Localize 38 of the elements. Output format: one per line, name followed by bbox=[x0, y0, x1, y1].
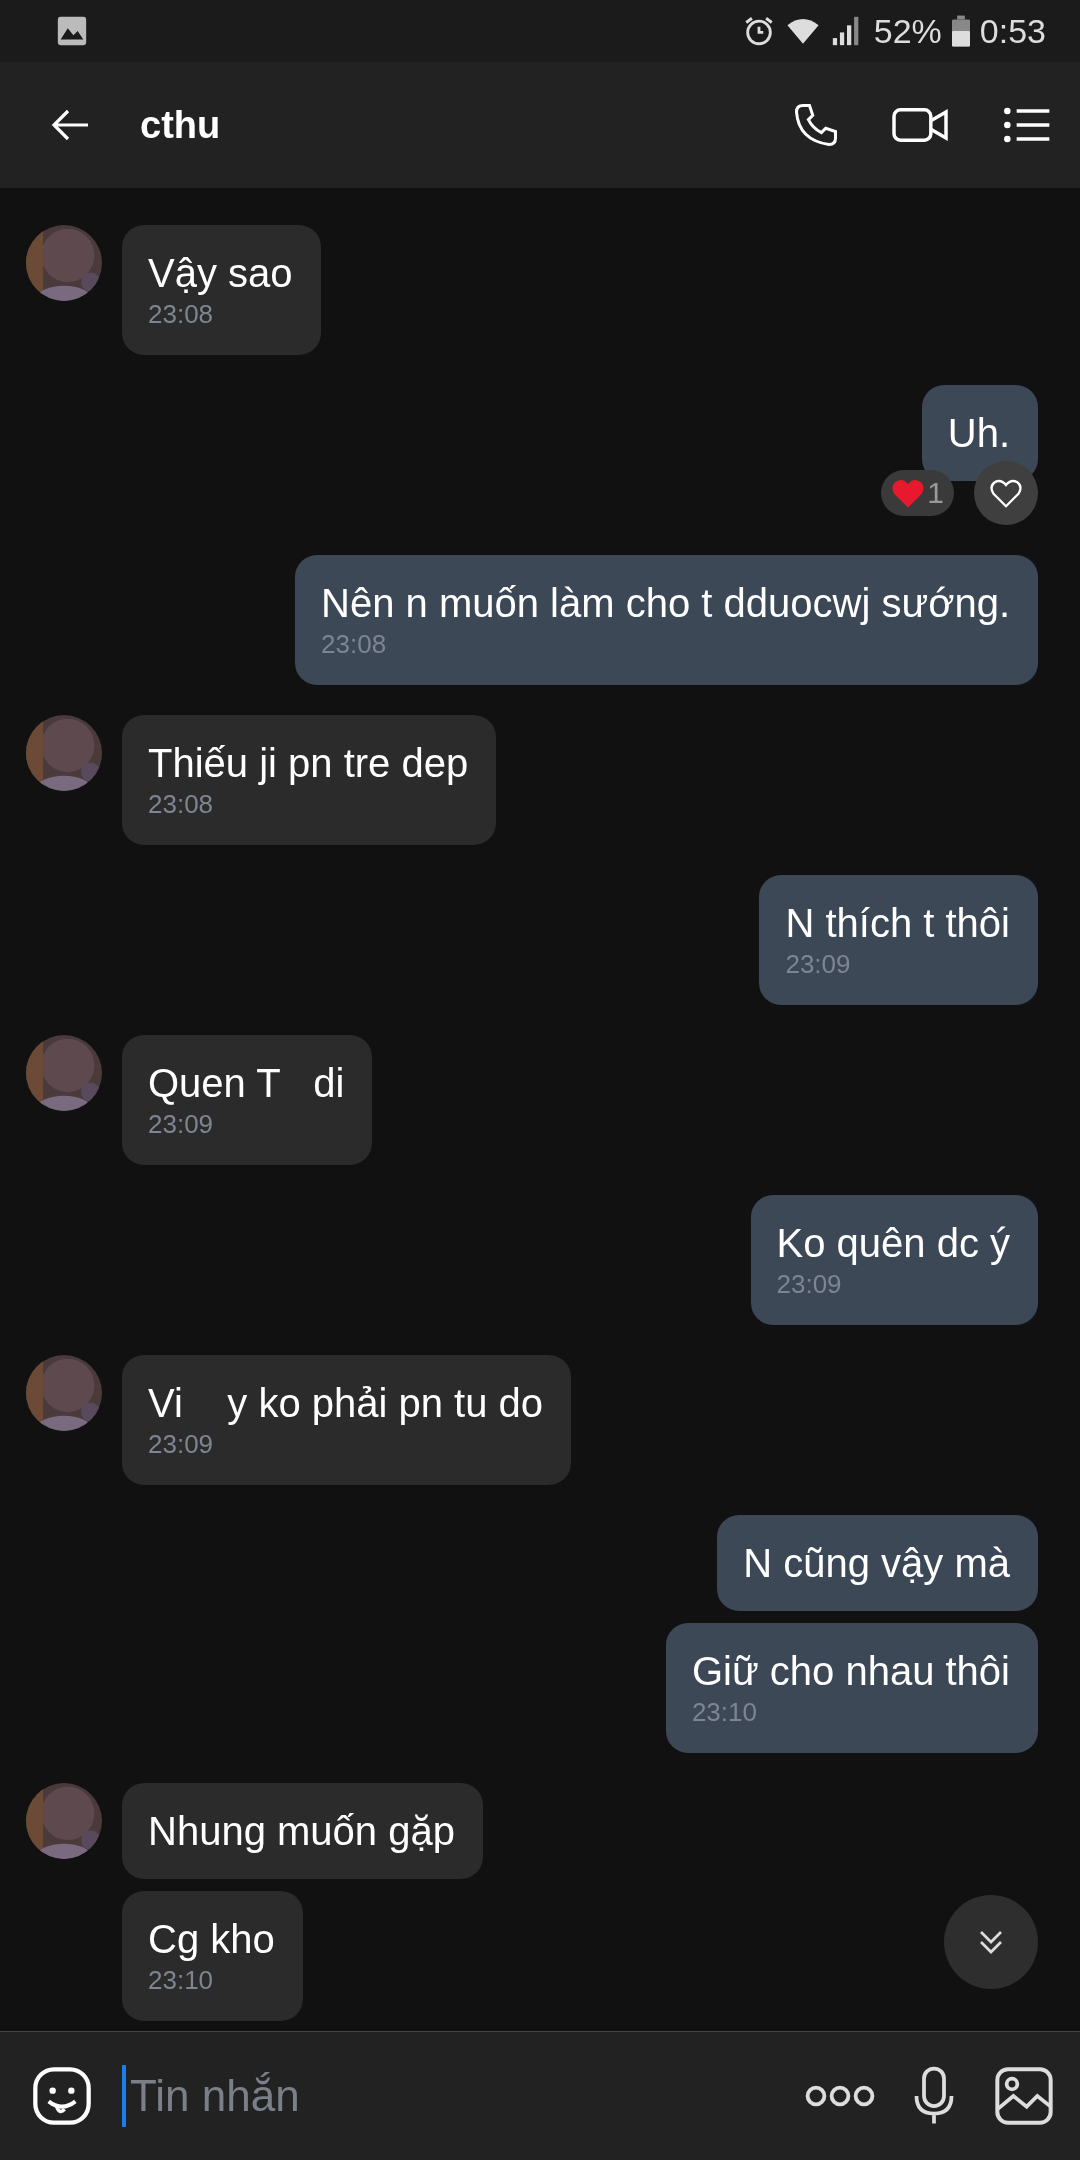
smiley-icon bbox=[30, 2064, 94, 2128]
contact-name: cthu bbox=[140, 103, 221, 147]
heart-icon bbox=[891, 477, 926, 509]
message-time: 23:08 bbox=[148, 298, 215, 331]
reaction-count: 1 bbox=[927, 476, 944, 510]
message-time: 23:09 bbox=[148, 1108, 215, 1141]
message-text: Vi y ko phải pn tu do bbox=[148, 1380, 544, 1427]
message-text: Thiếu ji pn tre dep bbox=[148, 740, 469, 787]
message-text: Nên n muốn làm cho t dduocwj sướng. bbox=[321, 580, 1010, 627]
dots-icon bbox=[804, 2084, 876, 2108]
message-text: Nhung muốn gặp bbox=[148, 1808, 455, 1855]
image-icon bbox=[55, 14, 89, 48]
message-composer[interactable]: Tin nhắn bbox=[0, 2031, 1080, 2160]
message-input[interactable]: Tin nhắn bbox=[122, 2065, 776, 2127]
message-text: N thích t thôi bbox=[785, 900, 1010, 947]
reaction-chip[interactable]: 1 bbox=[881, 470, 954, 516]
message-time: 23:08 bbox=[148, 788, 215, 821]
message-time: 23:09 bbox=[785, 948, 852, 981]
image-icon bbox=[992, 2064, 1056, 2128]
message-time: 23:08 bbox=[321, 628, 388, 661]
more-button[interactable] bbox=[804, 2084, 876, 2108]
message-text: Ko quên dc ý bbox=[776, 1220, 1010, 1267]
clock: 0:53 bbox=[979, 11, 1046, 51]
message-text: N cũng vậy mà bbox=[743, 1540, 1010, 1587]
message-text: Vậy sao bbox=[148, 250, 293, 297]
message-text: Uh. bbox=[947, 410, 1010, 457]
message-time: 23:10 bbox=[691, 1696, 758, 1729]
message-time: 23:10 bbox=[148, 1964, 215, 1997]
message-text: Giữ cho nhau thôi bbox=[691, 1648, 1010, 1695]
message-time: 23:09 bbox=[776, 1268, 843, 1301]
sticker-button[interactable] bbox=[30, 2064, 94, 2128]
battery-percent: 52% bbox=[873, 11, 942, 51]
message-text: Quen T di bbox=[148, 1060, 345, 1107]
gallery-button[interactable] bbox=[992, 2064, 1056, 2128]
message-text: Cg kho bbox=[148, 1916, 275, 1963]
message-time: 23:09 bbox=[148, 1428, 215, 1461]
heart-outline-icon bbox=[989, 477, 1023, 509]
battery-icon bbox=[951, 15, 970, 47]
